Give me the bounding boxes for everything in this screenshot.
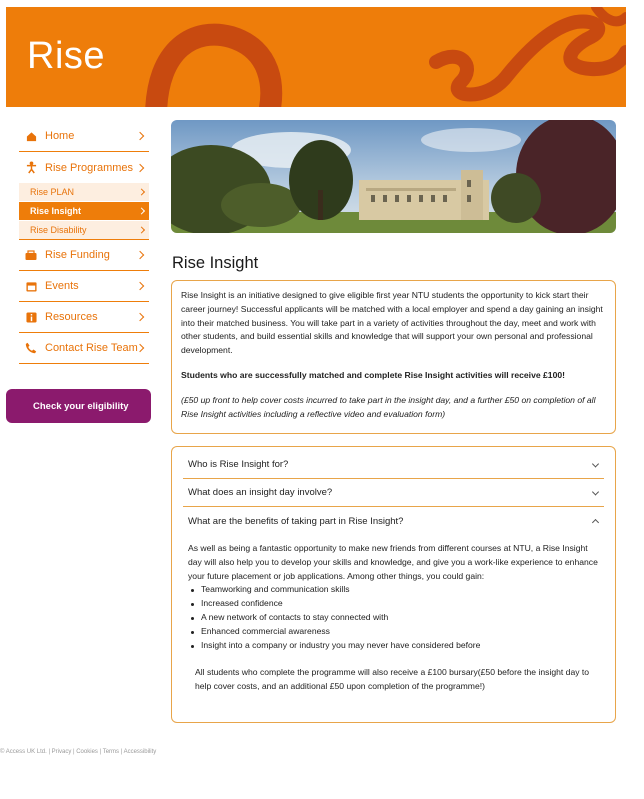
sidebar-subitem-rise-plan[interactable]: Rise PLAN (19, 183, 149, 202)
page-title: Rise Insight (172, 254, 259, 272)
reward-note: (£50 up front to help cover costs incurr… (181, 394, 596, 419)
calendar-icon (24, 279, 38, 293)
list-item: Insight into a company or industry you m… (188, 639, 600, 653)
sidebar-item-label: Contact Rise Team (45, 342, 138, 354)
funding-icon (24, 248, 38, 262)
sidebar-item-events[interactable]: Events (19, 271, 149, 302)
sidebar-subitem-label: Rise Disability (30, 225, 87, 235)
person-icon (24, 161, 38, 175)
sidebar-item-label: Events (45, 280, 79, 292)
bursary-note: All students who complete the programme … (195, 667, 590, 692)
chevron-right-icon (137, 207, 146, 215)
chevron-right-icon (135, 250, 145, 260)
brand-title[interactable]: Rise (27, 35, 105, 78)
intro-paragraph: Rise Insight is an initiative designed t… (181, 290, 603, 356)
sidebar-nav: Home Rise Programmes Rise PLAN Rise Insi… (19, 121, 149, 364)
faq-accordion: Who is Rise Insight for? What does an in… (171, 446, 616, 723)
chevron-right-icon (135, 131, 145, 141)
sidebar-item-rise-funding[interactable]: Rise Funding (19, 240, 149, 271)
home-icon (24, 129, 38, 143)
check-eligibility-button[interactable]: Check your eligibility (6, 389, 151, 423)
accordion-question: What does an insight day involve? (188, 487, 333, 498)
list-item: A new network of contacts to stay connec… (188, 611, 600, 625)
list-item: Increased confidence (188, 597, 600, 611)
footer-links[interactable]: © Access UK Ltd. | Privacy | Cookies | T… (0, 749, 156, 755)
sidebar-item-label: Rise Programmes (45, 161, 134, 174)
reward-statement: Students who are successfully matched an… (181, 369, 565, 380)
chevron-right-icon (137, 188, 146, 196)
accordion-item-benefits[interactable]: What are the benefits of taking part in … (183, 507, 604, 535)
accordion-item-who-is-it-for[interactable]: Who is Rise Insight for? (183, 451, 604, 479)
accordion-question: What are the benefits of taking part in … (188, 515, 404, 527)
phone-icon (24, 341, 38, 355)
answer-intro: As well as being a fantastic opportunity… (188, 543, 598, 581)
sidebar-item-label: Home (45, 130, 75, 142)
accordion-question: Who is Rise Insight for? (188, 459, 289, 470)
swoosh-decoration (6, 389, 22, 407)
sidebar-subitem-label: Rise Insight (30, 206, 82, 216)
list-item: Teamworking and communication skills (188, 583, 600, 597)
sidebar-subitem-rise-insight[interactable]: Rise Insight (19, 202, 149, 221)
sidebar-item-contact-rise-team[interactable]: Contact Rise Team (19, 333, 149, 364)
hero-image (171, 120, 616, 233)
list-item: Enhanced commercial awareness (188, 625, 600, 639)
accordion-item-insight-day[interactable]: What does an insight day involve? (183, 479, 604, 507)
chevron-right-icon (135, 312, 145, 322)
sidebar-item-resources[interactable]: Resources (19, 302, 149, 333)
chevron-right-icon (135, 281, 145, 291)
accordion-answer-benefits: As well as being a fantastic opportunity… (183, 535, 604, 694)
intro-panel: Rise Insight is an initiative designed t… (171, 280, 616, 434)
chevron-up-icon (591, 518, 600, 527)
sidebar-item-rise-programmes[interactable]: Rise Programmes (19, 152, 149, 183)
benefits-list: Teamworking and communication skills Inc… (188, 583, 600, 652)
info-icon (24, 310, 38, 324)
chevron-down-icon (591, 487, 600, 496)
check-eligibility-label: Check your eligibility (33, 400, 129, 412)
chevron-down-icon (591, 459, 600, 468)
sidebar-item-label: Resources (45, 311, 98, 323)
chevron-right-icon (137, 226, 146, 234)
sidebar-subitem-rise-disability[interactable]: Rise Disability (19, 221, 149, 240)
sidebar-subitem-label: Rise PLAN (30, 187, 75, 197)
sidebar-item-home[interactable]: Home (19, 121, 149, 152)
chevron-right-icon (135, 163, 145, 172)
sidebar-item-label: Rise Funding (45, 249, 110, 261)
site-header: Rise (6, 7, 626, 107)
